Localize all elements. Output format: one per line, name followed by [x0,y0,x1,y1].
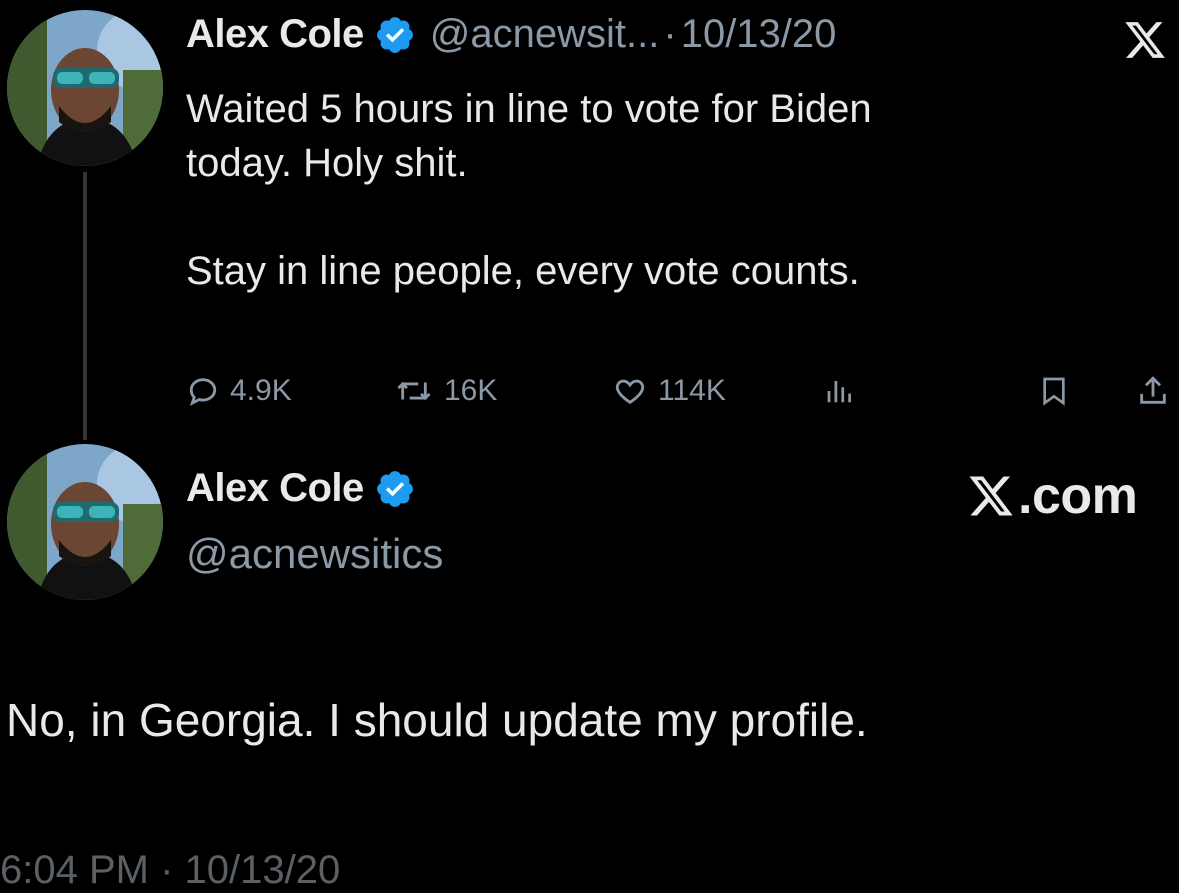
tweet-body: Waited 5 hours in line to vote for Biden… [186,82,1146,298]
views-button[interactable] [824,368,864,414]
screenshot-frame: Alex Cole @acnewsit... · 10/13/20 Waited… [0,0,1179,893]
tweet-text-line: Stay in line people, every vote counts. [186,249,860,293]
separator-dot: · [663,12,677,56]
profile-avatar[interactable] [7,444,163,600]
profile-handle[interactable]: @acnewsitics [186,530,443,578]
thread-line [83,172,87,440]
reply-icon [189,378,217,406]
tweet-text-line: Waited 5 hours in line to vote for Biden [186,87,872,131]
verified-badge-icon [376,470,413,507]
tweet-text-line: today. Holy shit. [186,141,468,185]
bookmark-button[interactable] [1038,368,1080,414]
bookmark-icon [1043,377,1065,406]
profile-header: Alex Cole [186,466,416,511]
reply-button[interactable]: 4.9K [186,368,292,414]
tweet-header: Alex Cole @acnewsit... · 10/13/20 [186,12,836,57]
tweet-date[interactable]: 10/13/20 [681,12,837,57]
like-count: 114K [658,374,726,407]
like-button[interactable]: 114K [612,368,726,414]
x-com-brand: .com [966,466,1138,526]
tweet-actions: 4.9K 16K 114K [186,368,1176,414]
reply-timestamp[interactable]: 6:04 PM · 10/13/20 [0,848,340,893]
repost-count: 16K [444,374,498,407]
share-button[interactable] [1136,368,1179,414]
brand-domain: .com [1018,467,1138,525]
profile-name[interactable]: Alex Cole [186,466,364,511]
x-logo-icon [969,476,1013,516]
reply-text: No, in Georgia. I should update my profi… [6,694,868,746]
author-name[interactable]: Alex Cole [186,12,364,57]
x-logo-icon[interactable] [1122,18,1168,62]
heart-icon [615,379,645,404]
reply-count: 4.9K [230,374,292,407]
author-avatar[interactable] [7,10,163,166]
verified-badge-icon [376,16,413,53]
repost-button[interactable]: 16K [394,368,497,414]
author-handle[interactable]: @acnewsit... [430,12,660,57]
share-icon [1140,376,1166,404]
repost-icon [397,381,431,401]
views-icon [827,381,851,403]
